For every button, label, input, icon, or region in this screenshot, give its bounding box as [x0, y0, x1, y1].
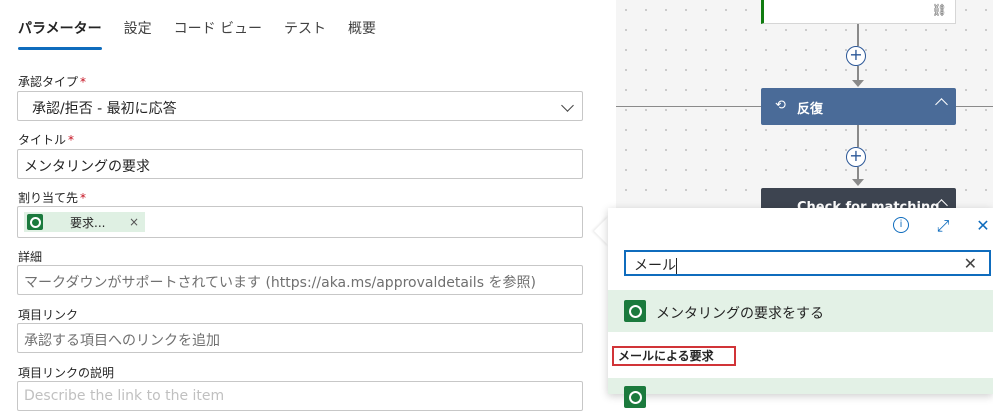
- search-query: メール: [634, 255, 677, 275]
- item-link-description-placeholder: Describe the link to the item: [24, 388, 225, 404]
- title-label: タイトル *: [18, 131, 74, 148]
- arrow-down-icon: [852, 179, 864, 186]
- approval-type-label: 承認タイプ *: [18, 73, 86, 90]
- title-input[interactable]: メンタリングの要求: [17, 149, 583, 179]
- approvals-icon: [624, 386, 646, 408]
- add-step-button[interactable]: +: [846, 147, 866, 167]
- connector-line: [857, 66, 859, 80]
- item-link-description-label: 項目リンクの説明: [18, 366, 115, 380]
- action-result-label: メンタリングの要求をする: [656, 306, 824, 322]
- action-search-input[interactable]: メール ✕: [624, 250, 991, 276]
- remove-token-icon[interactable]: ×: [129, 215, 139, 229]
- scope-border: [616, 106, 761, 107]
- action-result-item[interactable]: [608, 378, 993, 408]
- tab-code-view[interactable]: コード ビュー: [174, 18, 262, 52]
- previous-action-card[interactable]: ⛓: [761, 0, 956, 24]
- chevron-up-icon[interactable]: [935, 98, 948, 111]
- assigned-to-label: 割り当て先 *: [18, 189, 86, 206]
- required-marker: *: [80, 75, 87, 89]
- approvals-icon: [27, 214, 43, 230]
- popup-pointer: [594, 216, 609, 246]
- token-chip-label: 要求...: [70, 215, 106, 230]
- action-result-item[interactable]: メンタリングの要求をする: [608, 290, 993, 332]
- chevron-down-icon: [561, 99, 574, 112]
- title-value: メンタリングの要求: [24, 159, 150, 175]
- approval-type-value: 承認/拒否 - 最初に応答: [32, 101, 177, 117]
- connector-line: [857, 24, 859, 46]
- required-marker: *: [68, 133, 75, 147]
- approvals-icon: [624, 300, 646, 322]
- assigned-to-input[interactable]: 要求... ×: [17, 206, 583, 238]
- arrow-down-icon: [852, 80, 864, 87]
- item-link-placeholder: 承認する項目へのリンクを追加: [24, 333, 220, 349]
- connector-line: [857, 125, 859, 147]
- approval-type-select[interactable]: 承認/拒否 - 最初に応答: [17, 91, 583, 121]
- scope-border: [956, 106, 993, 107]
- add-step-button[interactable]: +: [846, 46, 866, 66]
- loop-icon: ⟲: [775, 98, 786, 113]
- close-icon[interactable]: ✕: [973, 216, 993, 235]
- connector-line: [857, 167, 859, 179]
- info-icon[interactable]: i: [893, 217, 909, 233]
- tab-bar: パラメーター 設定 コード ビュー テスト 概要: [18, 18, 398, 52]
- tab-parameters[interactable]: パラメーター: [18, 18, 102, 52]
- expand-icon[interactable]: ⤢: [933, 216, 953, 235]
- details-input[interactable]: マークダウンがサポートされています (https://aka.ms/approv…: [17, 265, 583, 295]
- assigned-to-label-text: 割り当て先: [18, 191, 79, 205]
- item-link-description-input[interactable]: Describe the link to the item: [17, 381, 583, 411]
- approval-type-label-text: 承認タイプ: [18, 75, 79, 89]
- details-placeholder: マークダウンがサポートされています (https://aka.ms/approv…: [24, 275, 536, 291]
- section-header: メールによる要求: [612, 346, 736, 366]
- tab-test[interactable]: テスト: [284, 18, 326, 52]
- tab-settings[interactable]: 設定: [124, 18, 152, 52]
- item-link-label: 項目リンク: [18, 308, 79, 322]
- search-query-text: メール: [634, 258, 676, 274]
- tab-overview[interactable]: 概要: [348, 18, 376, 52]
- details-label: 詳細: [18, 250, 43, 264]
- clear-icon[interactable]: ✕: [964, 254, 977, 273]
- item-link-input[interactable]: 承認する項目へのリンクを追加: [17, 323, 583, 353]
- parameters-panel: パラメーター 設定 コード ビュー テスト 概要 承認タイプ * 承認/拒否 - …: [0, 0, 616, 411]
- title-label-text: タイトル: [18, 133, 67, 147]
- apply-to-each-card[interactable]: ⟲ 反復: [761, 88, 956, 125]
- token-chip[interactable]: 要求... ×: [24, 212, 145, 232]
- text-cursor: [676, 258, 677, 274]
- link-icon: ⛓: [931, 3, 947, 17]
- required-marker: *: [80, 191, 87, 205]
- loop-card-title: 反復: [797, 102, 824, 117]
